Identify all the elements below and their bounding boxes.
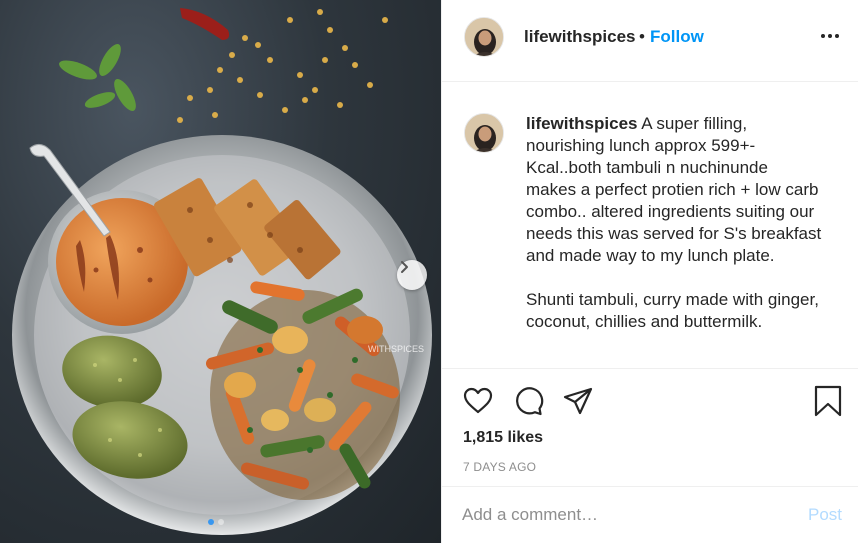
save-button[interactable] <box>812 385 844 417</box>
caption-body: A super filling, nourishing lunch approx… <box>526 114 822 331</box>
more-options-button[interactable] <box>818 24 842 48</box>
avatar[interactable] <box>464 113 504 153</box>
carousel-next-button[interactable] <box>397 260 427 290</box>
post-comment-button[interactable]: Post <box>808 505 842 525</box>
comment-input[interactable] <box>462 502 782 528</box>
caption-text: lifewithspices A super filling, nourishi… <box>526 113 822 333</box>
food-photo-illustration: WITHSPICES <box>12 8 432 535</box>
share-icon <box>563 387 593 415</box>
share-button[interactable] <box>562 385 594 417</box>
caption-username[interactable]: lifewithspices <box>526 114 637 133</box>
post-details-panel: lifewithspices • Follow lifewithspices A… <box>441 0 858 543</box>
heart-icon <box>463 387 493 414</box>
caption-section: lifewithspices A super filling, nourishi… <box>442 83 858 368</box>
header-username[interactable]: lifewithspices <box>524 27 635 47</box>
post-photo[interactable]: WITHSPICES <box>0 0 441 543</box>
photo-watermark: WITHSPICES <box>368 344 424 354</box>
post-actions: 1,815 likes 7 DAYS AGO <box>442 368 858 486</box>
post-timestamp[interactable]: 7 DAYS AGO <box>463 460 536 474</box>
post-header: lifewithspices • Follow <box>442 0 858 82</box>
header-separator: • <box>639 27 645 46</box>
avatar[interactable] <box>464 17 504 57</box>
comment-form: Post <box>442 486 858 543</box>
profile-photo <box>465 18 503 56</box>
carousel-indicator <box>208 519 224 525</box>
comment-icon <box>516 387 544 416</box>
bookmark-icon <box>814 385 842 417</box>
like-button[interactable] <box>462 385 494 417</box>
more-dots-icon <box>821 34 839 38</box>
follow-button[interactable]: Follow <box>650 27 704 47</box>
chevron-right-icon <box>401 261 408 273</box>
profile-photo <box>465 114 503 152</box>
comment-button[interactable] <box>512 385 544 417</box>
carousel-dot <box>218 519 224 525</box>
likes-count[interactable]: 1,815 likes <box>463 429 543 447</box>
carousel-dot <box>208 519 214 525</box>
